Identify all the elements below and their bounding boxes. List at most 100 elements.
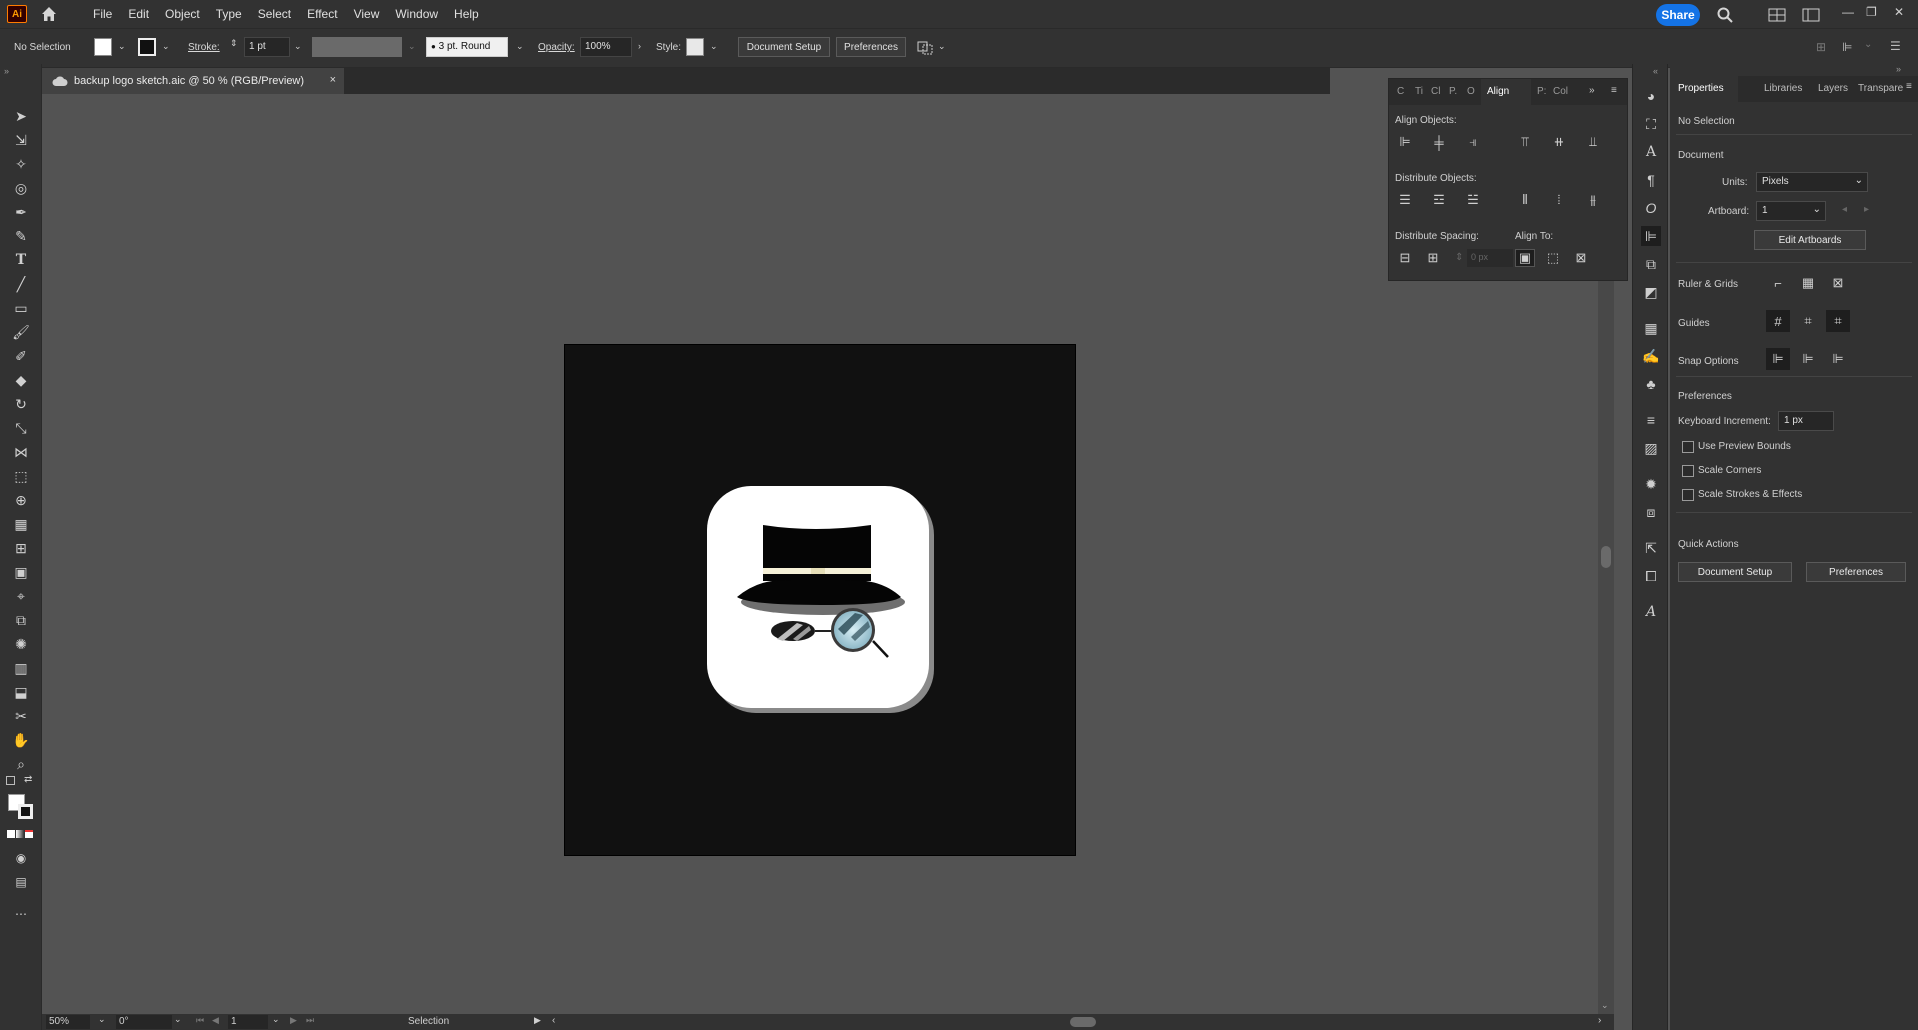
- rotate-tool-icon[interactable]: ↻: [10, 394, 32, 414]
- scale-corners-checkbox[interactable]: [1682, 465, 1694, 477]
- paintbrush-tool-icon[interactable]: 🖌: [10, 322, 32, 342]
- search-icon[interactable]: [1716, 6, 1734, 24]
- artboard-tool-icon[interactable]: ⬓: [10, 682, 32, 702]
- align-to-key-object-icon[interactable]: ⊠: [1571, 249, 1591, 267]
- rectangle-tool-icon[interactable]: ▭: [10, 298, 32, 318]
- align-to-artboard-icon[interactable]: ▣: [1515, 249, 1535, 267]
- smart-guides-icon[interactable]: ⌗: [1826, 310, 1850, 332]
- width-tool-icon[interactable]: ⋈: [10, 442, 32, 462]
- swatches-panel-icon[interactable]: ▦: [1641, 318, 1661, 338]
- vertical-distribute-bottom-icon[interactable]: ☱: [1463, 191, 1483, 209]
- transform-panel-icon[interactable]: ⛶: [1641, 114, 1661, 134]
- mesh-tool-icon[interactable]: ⊞: [10, 538, 32, 558]
- paragraph-panel-icon[interactable]: ¶: [1641, 170, 1661, 190]
- arrange-documents-icon[interactable]: [1768, 8, 1786, 22]
- document-setup-button[interactable]: Document Setup: [738, 37, 830, 57]
- collapse-dock-icon[interactable]: «: [1653, 66, 1658, 76]
- restore-icon[interactable]: ❐: [1866, 5, 1877, 19]
- opacity-label[interactable]: Opacity:: [538, 42, 575, 53]
- shaper-tool-icon[interactable]: ✐: [10, 346, 32, 366]
- graphic-styles-panel-icon[interactable]: ⧈: [1641, 502, 1661, 522]
- collapse-panel-icon[interactable]: »: [1896, 64, 1901, 74]
- menu-effect[interactable]: Effect: [299, 7, 345, 21]
- vertical-distribute-top-icon[interactable]: ☰: [1395, 191, 1415, 209]
- scale-strokes-effects-checkbox[interactable]: [1682, 489, 1694, 501]
- slice-tool-icon[interactable]: ✂: [10, 706, 32, 726]
- selection-tool-icon[interactable]: ➤: [10, 106, 32, 126]
- fill-swatch[interactable]: [94, 38, 112, 56]
- lasso-tool-icon[interactable]: ◎: [10, 178, 32, 198]
- magic-wand-tool-icon[interactable]: ✧: [10, 154, 32, 174]
- first-artboard-icon[interactable]: ⏮: [196, 1015, 204, 1026]
- close-window-icon[interactable]: ✕: [1894, 5, 1904, 19]
- line-segment-tool-icon[interactable]: ╱: [10, 274, 32, 294]
- horizontal-align-center-icon[interactable]: ╪: [1429, 133, 1449, 151]
- symbols-panel-icon[interactable]: ♣: [1641, 374, 1661, 394]
- opacity-field[interactable]: 100%: [580, 37, 632, 57]
- close-tab-icon[interactable]: ×: [330, 74, 336, 86]
- chevron-down-icon[interactable]: ⌄: [408, 41, 416, 52]
- variable-width-profile[interactable]: [312, 37, 402, 57]
- export-panel-icon[interactable]: ⇱: [1641, 538, 1661, 558]
- brush-definition-field[interactable]: ● 3 pt. Round: [426, 37, 508, 57]
- horizontal-scroll-thumb[interactable]: [1070, 1017, 1096, 1027]
- stroke-label[interactable]: Stroke:: [188, 42, 220, 53]
- hand-tool-icon[interactable]: ✋: [10, 730, 32, 750]
- tab-color-guide[interactable]: C: [1397, 86, 1404, 97]
- color-mode-icon[interactable]: [7, 830, 15, 838]
- vertical-distribute-space-icon[interactable]: ⊟: [1395, 249, 1415, 267]
- collapse-toolbar-icon[interactable]: »: [4, 66, 9, 76]
- menu-select[interactable]: Select: [250, 7, 299, 21]
- tab-paragraph[interactable]: P.: [1449, 86, 1457, 97]
- align-left-icon[interactable]: ⊫: [1842, 40, 1852, 54]
- gradient-panel-icon[interactable]: ▨: [1641, 438, 1661, 458]
- logo-artwork[interactable]: [565, 345, 1077, 857]
- gradient-tool-icon[interactable]: ▣: [10, 562, 32, 582]
- brushes-panel-icon[interactable]: ✍: [1641, 346, 1661, 366]
- edit-artboards-button[interactable]: Edit Artboards: [1754, 230, 1866, 250]
- horizontal-align-right-icon[interactable]: ⫣: [1463, 133, 1483, 151]
- stroke-panel-icon[interactable]: ≡: [1641, 410, 1661, 430]
- chevron-down-icon[interactable]: ⌄: [98, 1014, 106, 1025]
- stepper-icon[interactable]: ⇕: [230, 38, 238, 49]
- tab-align[interactable]: Align: [1481, 79, 1531, 105]
- menu-edit[interactable]: Edit: [120, 7, 157, 21]
- free-transform-tool-icon[interactable]: ⬚: [10, 466, 32, 486]
- workspace-switcher-icon[interactable]: [1802, 8, 1820, 22]
- blend-tool-icon[interactable]: ⧉: [10, 610, 32, 630]
- none-mode-icon[interactable]: [25, 830, 33, 838]
- snap-to-point-icon[interactable]: ⊫: [1766, 348, 1790, 370]
- column-graph-tool-icon[interactable]: ▥: [10, 658, 32, 678]
- tab-libraries[interactable]: Libraries: [1764, 83, 1802, 94]
- keyboard-increment-field[interactable]: 1 px: [1778, 411, 1834, 431]
- tab-transparency[interactable]: Transpare: [1858, 83, 1903, 94]
- pen-tool-icon[interactable]: ✒: [10, 202, 32, 222]
- minimize-icon[interactable]: —: [1842, 5, 1854, 19]
- previous-artboard-icon[interactable]: ◀: [212, 1015, 219, 1026]
- show-guides-icon[interactable]: #: [1766, 310, 1790, 332]
- eraser-tool-icon[interactable]: ◆: [10, 370, 32, 390]
- previous-artboard-icon[interactable]: ◂: [1842, 204, 1847, 215]
- vertical-align-top-icon[interactable]: ⫪: [1515, 133, 1535, 151]
- arrange-icon[interactable]: [916, 39, 934, 55]
- next-artboard-icon[interactable]: ▸: [1864, 204, 1869, 215]
- units-select[interactable]: Pixels ⌄: [1756, 172, 1868, 192]
- panel-menu-icon[interactable]: ☰: [1890, 39, 1901, 53]
- eyedropper-tool-icon[interactable]: ⌖: [10, 586, 32, 606]
- horizontal-distribute-left-icon[interactable]: ⫴: [1515, 191, 1535, 209]
- snap-to-glyph-icon[interactable]: ⊫: [1826, 348, 1850, 370]
- scroll-right-icon[interactable]: ›: [1598, 1015, 1601, 1026]
- rotation-field[interactable]: 0°: [116, 1015, 172, 1029]
- document-setup-button[interactable]: Document Setup: [1678, 562, 1792, 582]
- tab-color[interactable]: Col: [1553, 86, 1568, 97]
- share-button[interactable]: Share: [1656, 4, 1700, 26]
- horizontal-distribute-space-icon[interactable]: ⊞: [1423, 249, 1443, 267]
- glyphs-panel-icon[interactable]: A: [1641, 602, 1661, 622]
- menu-object[interactable]: Object: [157, 7, 208, 21]
- panel-menu-icon[interactable]: ≡: [1906, 81, 1912, 92]
- preferences-button[interactable]: Preferences: [836, 37, 906, 57]
- chevron-down-icon[interactable]: ⌄: [162, 41, 170, 52]
- status-menu-icon[interactable]: ▶: [534, 1015, 541, 1026]
- tab-character[interactable]: Cl: [1431, 86, 1440, 97]
- canvas-area[interactable]: ⌄: [42, 94, 1614, 1014]
